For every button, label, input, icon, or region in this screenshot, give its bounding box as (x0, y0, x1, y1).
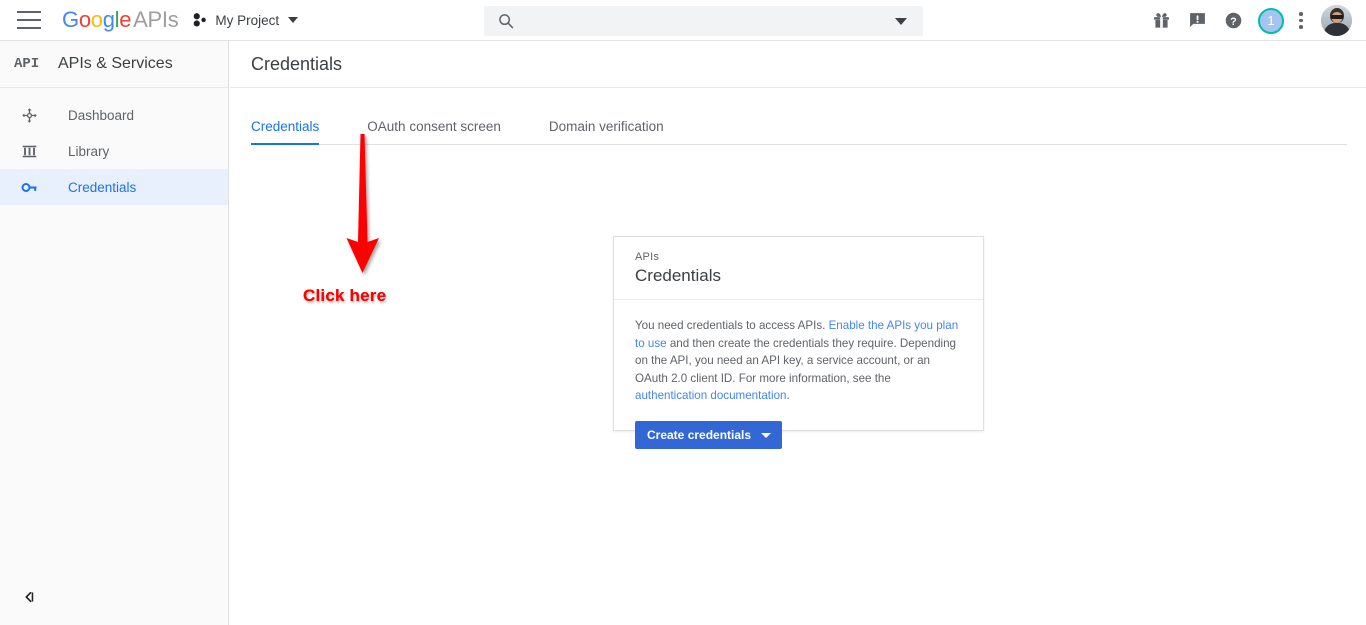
sidebar-item-library[interactable]: Library (0, 133, 228, 169)
key-icon (19, 177, 39, 197)
brand-apis-text: APIs (133, 7, 179, 32)
search-input[interactable] (526, 13, 895, 29)
library-icon (19, 141, 39, 161)
tab-domain-verification[interactable]: Domain verification (549, 119, 664, 144)
sidebar-title: APIs & Services (58, 55, 173, 72)
tab-credentials[interactable]: Credentials (251, 119, 320, 145)
sidebar-item-credentials[interactable]: Credentials (0, 169, 228, 205)
card-body: You need credentials to access APIs. Ena… (614, 300, 983, 450)
sidebar-item-label: Dashboard (68, 107, 135, 123)
search-dropdown-icon[interactable] (895, 17, 907, 25)
card-title: Credentials (635, 266, 721, 285)
description-part-3: . (786, 389, 790, 403)
project-name-label: My Project (215, 12, 280, 28)
card-eyebrow: APIs (635, 251, 660, 263)
notification-badge[interactable]: 1 (1258, 7, 1284, 34)
card-description: You need credentials to access APIs. Ena… (635, 317, 961, 405)
dashboard-icon (19, 105, 39, 125)
description-part-1: You need credentials to access APIs. (635, 319, 829, 332)
more-vertical-icon[interactable] (1291, 0, 1311, 41)
help-icon[interactable]: ? (1215, 0, 1251, 41)
svg-text:?: ? (1230, 16, 1237, 28)
sidebar: API APIs & Services Dashboard Library Cr… (0, 41, 229, 625)
search-icon (499, 14, 514, 29)
sidebar-item-label: Credentials (68, 179, 137, 195)
user-avatar[interactable] (1321, 5, 1352, 36)
sidebar-item-label: Library (68, 143, 110, 159)
project-selector[interactable]: My Project (193, 12, 299, 28)
chevron-down-icon (288, 17, 299, 23)
main-content: Credentials Credentials OAuth consent sc… (230, 41, 1366, 625)
create-credentials-label: Create credentials (647, 428, 752, 443)
chevron-down-icon (761, 432, 772, 438)
search-bar[interactable] (484, 6, 923, 36)
tab-bar: Credentials OAuth consent screen Domain … (251, 107, 1347, 145)
topbar-actions: ? 1 (1143, 0, 1352, 41)
sidebar-item-dashboard[interactable]: Dashboard (0, 97, 228, 133)
google-apis-logo[interactable]: GoogleAPIs (62, 7, 179, 33)
gift-icon[interactable] (1143, 0, 1179, 41)
card-header: APIs Credentials (614, 237, 983, 300)
project-cluster-icon (194, 13, 207, 27)
sidebar-header: API APIs & Services (0, 41, 228, 88)
credentials-card: APIs Credentials You need credentials to… (613, 236, 984, 450)
tab-oauth-consent-screen[interactable]: OAuth consent screen (367, 119, 501, 144)
description-part-2: and then create the credentials they req… (635, 336, 956, 385)
collapse-sidebar-icon[interactable] (17, 585, 41, 609)
sidebar-nav: Dashboard Library Credentials (0, 88, 228, 205)
feedback-icon[interactable] (1179, 0, 1215, 41)
page-header: Credentials (230, 41, 1366, 88)
page-title: Credentials (251, 53, 343, 74)
create-credentials-button[interactable]: Create credentials (635, 421, 783, 450)
top-app-bar: GoogleAPIs My Project ? 1 (0, 0, 1366, 41)
api-logo: API (14, 56, 40, 72)
authentication-documentation-link[interactable]: authentication documentation (635, 389, 786, 402)
hamburger-menu-icon[interactable] (17, 11, 41, 29)
